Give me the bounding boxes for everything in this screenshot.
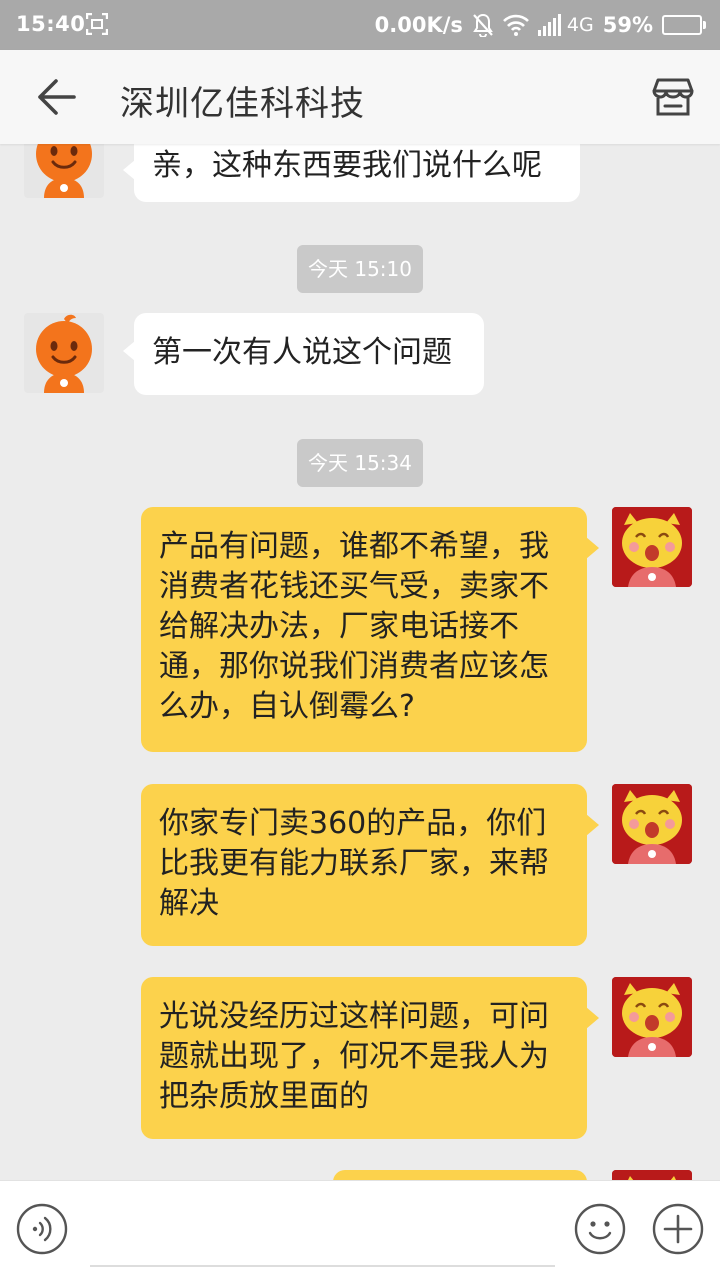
back-arrow-icon[interactable] <box>36 78 76 116</box>
message-line: 解决 <box>159 886 219 921</box>
net-speed: 0.00K/s <box>374 13 463 37</box>
message-bubble[interactable] <box>333 1170 587 1180</box>
voice-icon[interactable] <box>16 1203 68 1255</box>
message-line: 消费者花钱还买气受，卖家不 <box>159 569 549 604</box>
shop-avatar[interactable] <box>24 313 104 393</box>
network-type: 4G <box>566 14 594 36</box>
message-list[interactable]: 亲，这种东西要我们说什么呢 今天 15:10 第一次有人说这个问题 今天 15:… <box>0 144 720 1180</box>
message-bubble[interactable]: 光说没经历过这样问题，可问 题就出现了，何况不是我人为 把杂质放里面的 <box>141 977 599 1139</box>
chat-header: 深圳亿佳科科技 <box>0 50 720 144</box>
timestamp: 今天 15:34 <box>297 439 423 487</box>
message-line: 给解决办法，厂家电话接不 <box>159 609 519 644</box>
message-line: 么办，自认倒霉么? <box>159 689 415 724</box>
status-bar: 15:40 0.00K/s 4G 59% <box>0 0 720 50</box>
emoji-icon[interactable] <box>574 1203 626 1255</box>
message-line: 把杂质放里面的 <box>159 1079 369 1114</box>
message-line: 你家专门卖360的产品，你们 <box>159 806 547 841</box>
battery-icon <box>662 15 706 35</box>
message-bubble[interactable]: 亲，这种东西要我们说什么呢 <box>123 144 580 202</box>
mute-bell-icon <box>472 13 494 37</box>
message-line: 光说没经历过这样问题，可问 <box>159 999 549 1034</box>
message-text: 亲，这种东西要我们说什么呢 <box>152 148 542 183</box>
screenshot-icon <box>86 13 108 35</box>
message-line: 比我更有能力联系厂家，来帮 <box>159 846 549 881</box>
message-line: 题就出现了，何况不是我人为 <box>159 1039 549 1074</box>
message-line: 通，那你说我们消费者应该怎 <box>159 649 549 684</box>
plus-icon[interactable] <box>652 1203 704 1255</box>
wifi-icon <box>503 14 529 36</box>
user-avatar[interactable] <box>612 977 692 1057</box>
signal-icon <box>537 14 562 36</box>
input-bar <box>0 1180 720 1280</box>
battery-percent: 59% <box>602 13 653 37</box>
status-time: 15:40 <box>16 12 86 36</box>
user-avatar[interactable] <box>612 507 692 587</box>
message-bubble[interactable]: 第一次有人说这个问题 <box>123 313 484 395</box>
message-bubble[interactable]: 产品有问题，谁都不希望，我 消费者花钱还买气受，卖家不 给解决办法，厂家电话接不… <box>141 507 599 752</box>
page-title: 深圳亿佳科科技 <box>120 84 365 124</box>
shop-icon[interactable] <box>650 76 696 118</box>
message-line: 产品有问题，谁都不希望，我 <box>159 529 549 564</box>
message-input[interactable] <box>90 1199 555 1267</box>
timestamp: 今天 15:10 <box>297 245 423 293</box>
user-avatar[interactable] <box>612 1170 692 1180</box>
shop-avatar[interactable] <box>24 144 104 198</box>
message-bubble[interactable]: 你家专门卖360的产品，你们 比我更有能力联系厂家，来帮 解决 <box>141 784 599 946</box>
user-avatar[interactable] <box>612 784 692 864</box>
message-text: 第一次有人说这个问题 <box>152 335 452 370</box>
